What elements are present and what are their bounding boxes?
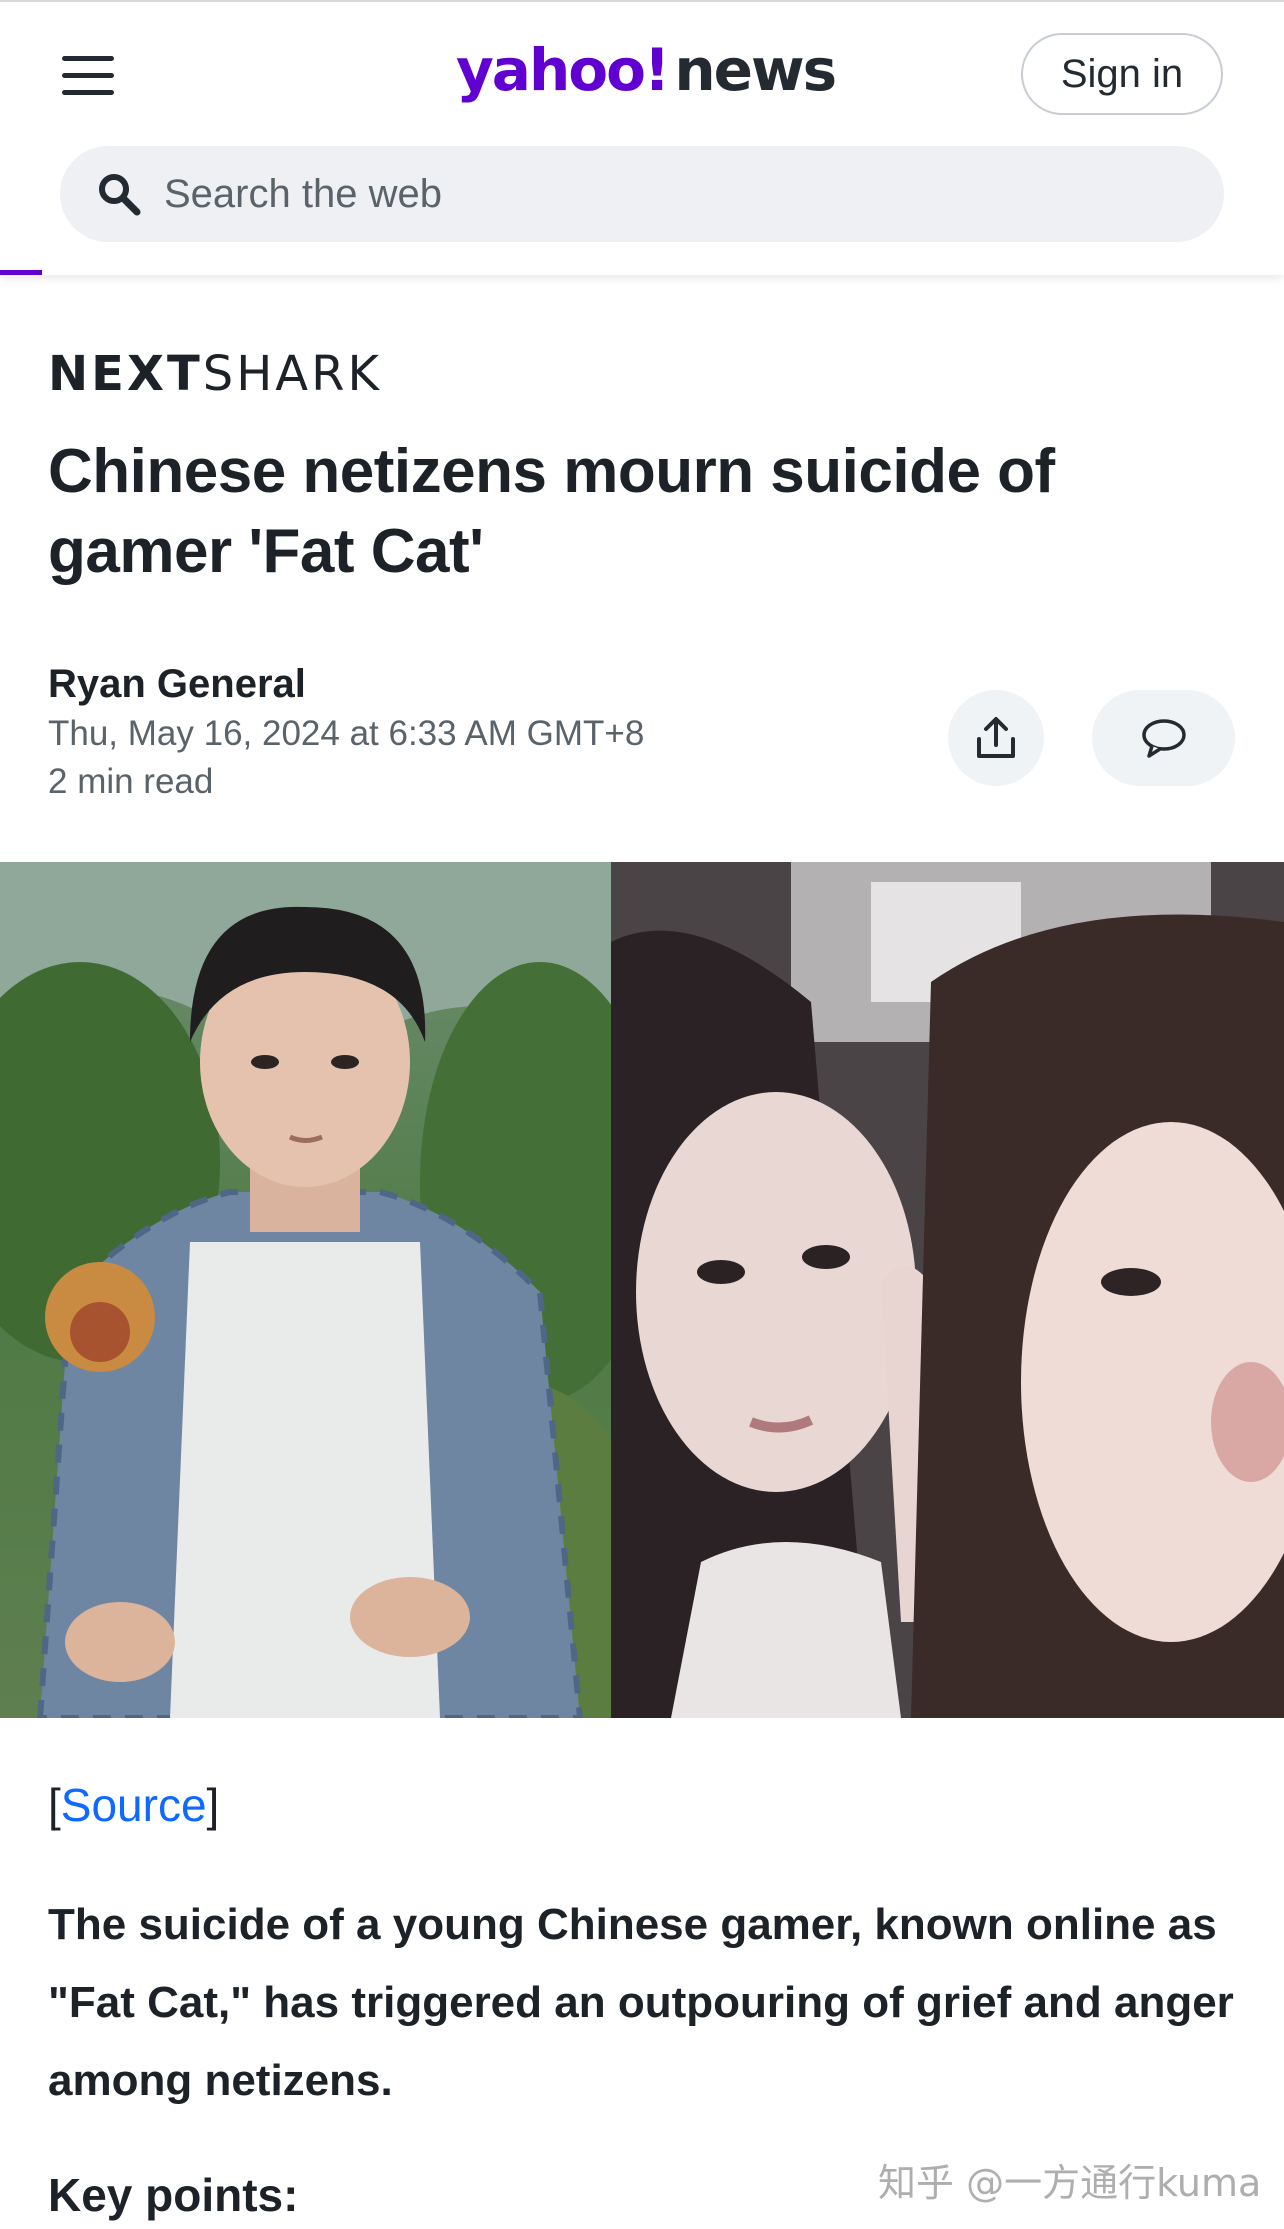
read-time: 2 min read (48, 762, 214, 801)
source-bracket-close: ] (206, 1779, 220, 1831)
sign-in-button[interactable]: Sign in (1021, 33, 1223, 115)
publisher-name-bold: NEXT (48, 346, 203, 402)
hamburger-icon[interactable] (62, 54, 116, 98)
share-icon (977, 717, 1015, 758)
photo-left-young-man (0, 862, 611, 1718)
search-placeholder: Search the web (164, 171, 442, 216)
logo-news: news (674, 36, 837, 104)
comment-icon (1141, 719, 1186, 758)
search-icon (99, 174, 141, 216)
search-input[interactable]: Search the web (60, 146, 1224, 242)
yahoo-news-logo[interactable]: yahoo! news (456, 36, 837, 106)
article-lead-paragraph: The suicide of a young Chinese gamer, kn… (48, 1900, 1234, 2105)
source-link[interactable]: Source (61, 1779, 207, 1831)
watermark-text: 知乎 @一方通行kuma (878, 2161, 1262, 2205)
publisher-name-light: SHARK (202, 346, 382, 402)
author-name[interactable]: Ryan General (48, 662, 306, 707)
source-credit: [Source] (48, 1778, 219, 1832)
publish-date: Thu, May 16, 2024 at 6:33 AM GMT+8 (48, 714, 645, 753)
share-button[interactable] (948, 690, 1044, 786)
photo-right-couple (611, 862, 1284, 1718)
top-bar: yahoo! news Sign in Search the web (0, 0, 1284, 275)
reading-progress-bar (0, 270, 42, 275)
logo-yahoo: yahoo! (456, 36, 670, 104)
article-headline: Chinese netizens mourn suicide of gamer … (48, 437, 1055, 586)
publisher-logo[interactable]: NEXT SHARK (48, 346, 382, 402)
article-hero-image[interactable] (0, 862, 1284, 1718)
key-points-heading: Key points: (48, 2169, 299, 2221)
comments-button[interactable] (1092, 690, 1235, 786)
source-bracket-open: [ (48, 1779, 61, 1831)
